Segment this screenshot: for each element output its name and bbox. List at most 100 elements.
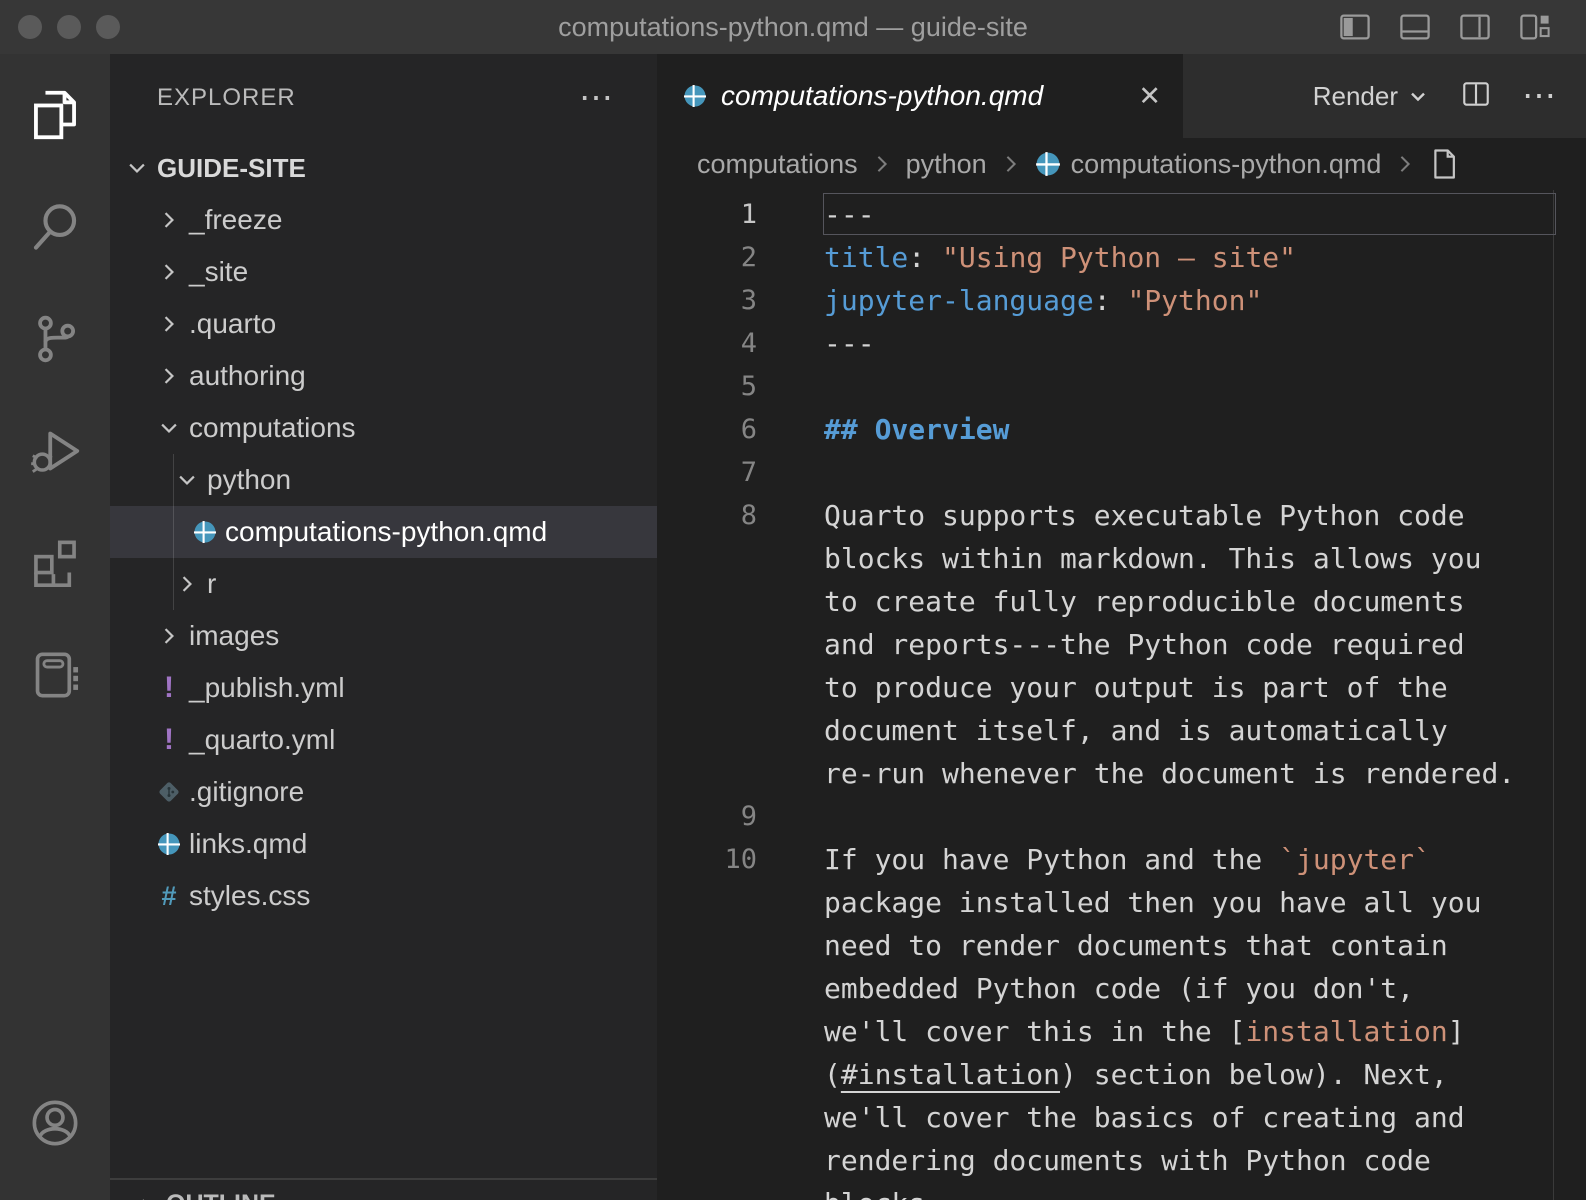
tree-item-label: _publish.yml bbox=[189, 672, 345, 704]
tree-item-r[interactable]: r bbox=[110, 558, 657, 610]
explorer-more-actions-icon[interactable]: ⋯ bbox=[579, 88, 613, 108]
breadcrumb-separator-icon bbox=[1395, 152, 1415, 176]
line-number bbox=[657, 1010, 757, 1053]
tree-item-.gitignore[interactable]: .gitignore bbox=[110, 766, 657, 818]
code-line-5[interactable]: 5 bbox=[657, 365, 1586, 408]
code-text: to create fully reproducible documents bbox=[824, 580, 1465, 623]
tree-item-label: python bbox=[207, 464, 291, 496]
code-text: blocks. bbox=[824, 1182, 942, 1200]
notebook-icon[interactable] bbox=[28, 648, 82, 702]
code-line-8[interactable]: 8Quarto supports executable Python code bbox=[657, 494, 1586, 537]
editor-group: computations-python.qmd ✕ Render ⋯ compu… bbox=[657, 54, 1586, 1200]
explorer-title: EXPLORER bbox=[157, 84, 296, 112]
line-number: 1 bbox=[657, 193, 757, 236]
render-button[interactable]: Render bbox=[1313, 81, 1430, 112]
chevron-right-icon bbox=[157, 621, 181, 651]
tree-item-label: .quarto bbox=[189, 308, 276, 340]
editor-more-actions-icon[interactable]: ⋯ bbox=[1522, 86, 1556, 106]
code-line-8-wrap[interactable]: blocks within markdown. This allows you bbox=[657, 537, 1586, 580]
code-line-2[interactable]: 2title: "Using Python — site" bbox=[657, 236, 1586, 279]
extensions-icon[interactable] bbox=[28, 536, 82, 590]
code-text: jupyter-language: "Python" bbox=[824, 279, 1262, 322]
tree-item-authoring[interactable]: authoring bbox=[110, 350, 657, 402]
code-line-10-wrap[interactable]: need to render documents that contain bbox=[657, 924, 1586, 967]
toggle-secondary-sidebar-icon[interactable] bbox=[1458, 10, 1492, 44]
tree-item-.quarto[interactable]: .quarto bbox=[110, 298, 657, 350]
tree-item-links.qmd[interactable]: links.qmd bbox=[110, 818, 657, 870]
outline-divider bbox=[110, 1178, 657, 1180]
tree-item-_site[interactable]: _site bbox=[110, 246, 657, 298]
breadcrumb-computations-python.qmd[interactable]: computations-python.qmd bbox=[1035, 149, 1382, 180]
chevron-down-icon bbox=[125, 153, 149, 183]
code-editor[interactable]: 1---2title: "Using Python — site"3jupyte… bbox=[657, 190, 1586, 1200]
code-line-10-wrap[interactable]: embedded Python code (if you don't, bbox=[657, 967, 1586, 1010]
chevron-right-icon bbox=[134, 1192, 158, 1200]
code-line-10-wrap[interactable]: we'll cover this in the [installation] bbox=[657, 1010, 1586, 1053]
breadcrumb-label: computations-python.qmd bbox=[1071, 149, 1382, 180]
code-line-4[interactable]: 4--- bbox=[657, 322, 1586, 365]
customize-layout-icon[interactable] bbox=[1518, 10, 1552, 44]
tree-item-computations-python.qmd[interactable]: computations-python.qmd bbox=[110, 506, 657, 558]
code-text: we'll cover the basics of creating and bbox=[824, 1096, 1465, 1139]
breadcrumb-separator-icon bbox=[1001, 152, 1021, 176]
chevron-right-icon bbox=[157, 309, 181, 339]
split-editor-icon[interactable] bbox=[1460, 78, 1492, 115]
code-line-8-wrap[interactable]: re-run whenever the document is rendered… bbox=[657, 752, 1586, 795]
code-line-8-wrap[interactable]: to produce your output is part of the bbox=[657, 666, 1586, 709]
code-line-10-wrap[interactable]: blocks. bbox=[657, 1182, 1586, 1200]
code-line-8-wrap[interactable]: to create fully reproducible documents bbox=[657, 580, 1586, 623]
tree-item-_quarto.yml[interactable]: !_quarto.yml bbox=[110, 714, 657, 766]
breadcrumb-python[interactable]: python bbox=[906, 149, 987, 180]
code-text: to produce your output is part of the bbox=[824, 666, 1448, 709]
quarto-icon bbox=[157, 829, 181, 859]
code-line-10-wrap[interactable]: package installed then you have all you bbox=[657, 881, 1586, 924]
code-line-10[interactable]: 10If you have Python and the `jupyter` bbox=[657, 838, 1586, 881]
toggle-sidebar-icon[interactable] bbox=[1338, 10, 1372, 44]
code-line-10-wrap[interactable]: we'll cover the basics of creating and bbox=[657, 1096, 1586, 1139]
code-line-8-wrap[interactable]: and reports---the Python code required bbox=[657, 623, 1586, 666]
line-number bbox=[657, 709, 757, 752]
run-and-debug-icon[interactable] bbox=[28, 424, 82, 478]
code-line-8-wrap[interactable]: document itself, and is automatically bbox=[657, 709, 1586, 752]
yml-icon: ! bbox=[157, 725, 181, 755]
code-line-1[interactable]: 1--- bbox=[657, 193, 1586, 236]
code-line-3[interactable]: 3jupyter-language: "Python" bbox=[657, 279, 1586, 322]
tree-item-label: images bbox=[189, 620, 279, 652]
outline-section-header[interactable]: OUTLINE bbox=[110, 1190, 657, 1200]
code-line-10-wrap[interactable]: rendering documents with Python code bbox=[657, 1139, 1586, 1182]
code-line-7[interactable]: 7 bbox=[657, 451, 1586, 494]
tab-computations-python[interactable]: computations-python.qmd ✕ bbox=[657, 54, 1183, 138]
search-icon[interactable] bbox=[28, 200, 82, 254]
breadcrumb-file[interactable] bbox=[1429, 148, 1459, 180]
account-icon[interactable] bbox=[28, 1096, 82, 1150]
outline-label: OUTLINE bbox=[166, 1190, 276, 1200]
close-tab-icon[interactable]: ✕ bbox=[1138, 81, 1161, 112]
tree-item-_freeze[interactable]: _freeze bbox=[110, 194, 657, 246]
tree-item-_publish.yml[interactable]: !_publish.yml bbox=[110, 662, 657, 714]
activity-bar bbox=[0, 54, 110, 1200]
tree-item-styles.css[interactable]: #styles.css bbox=[110, 870, 657, 922]
tree-item-label: r bbox=[207, 568, 216, 600]
tree-item-computations[interactable]: computations bbox=[110, 402, 657, 454]
chevron-right-icon bbox=[157, 361, 181, 391]
code-line-6[interactable]: 6## Overview bbox=[657, 408, 1586, 451]
tree-item-images[interactable]: images bbox=[110, 610, 657, 662]
tree-root-guide-site[interactable]: GUIDE-SITE bbox=[110, 142, 657, 194]
css-icon: # bbox=[157, 881, 181, 911]
explorer-sidebar: EXPLORER ⋯ GUIDE-SITE _freeze_site .quart… bbox=[110, 54, 657, 1200]
source-control-icon[interactable] bbox=[28, 312, 82, 366]
tree-item-python[interactable]: python bbox=[110, 454, 657, 506]
code-text: embedded Python code (if you don't, bbox=[824, 967, 1414, 1010]
chevron-down-icon bbox=[175, 465, 199, 495]
explorer-icon[interactable] bbox=[28, 88, 82, 142]
line-number: 5 bbox=[657, 365, 757, 408]
code-text: --- bbox=[824, 322, 875, 365]
chevron-down-icon bbox=[157, 413, 181, 443]
code-line-9[interactable]: 9 bbox=[657, 795, 1586, 838]
line-number bbox=[657, 752, 757, 795]
code-line-10-wrap[interactable]: (#installation) section below). Next, bbox=[657, 1053, 1586, 1096]
breadcrumb-computations[interactable]: computations bbox=[697, 149, 858, 180]
line-number: 8 bbox=[657, 494, 757, 537]
git-icon bbox=[157, 777, 181, 807]
toggle-panel-icon[interactable] bbox=[1398, 10, 1432, 44]
